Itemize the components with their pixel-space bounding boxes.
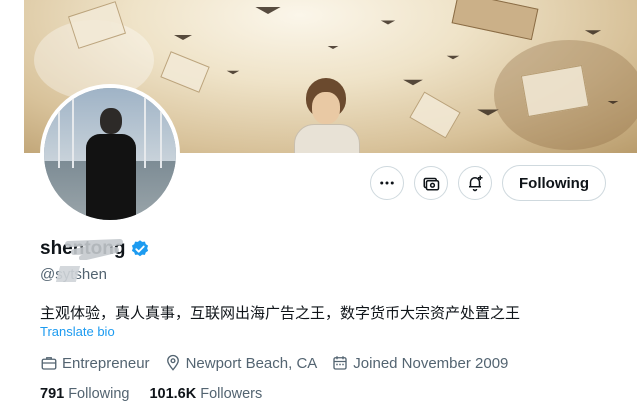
profile-meta: Entrepreneur Newport Beach, CA Joined No… (40, 354, 522, 372)
redaction-scribble (65, 239, 123, 260)
flying-page (409, 91, 461, 139)
avatar-mast (144, 98, 146, 168)
bird (174, 35, 192, 40)
more-button[interactable] (370, 166, 404, 200)
person-torso (294, 124, 360, 153)
redaction-blur (55, 266, 81, 282)
profile-stats: 791 Following 101.6K Followers (40, 386, 282, 402)
verified-badge-icon[interactable] (130, 239, 150, 259)
followers-count: 101.6K (149, 386, 197, 402)
notify-button[interactable] (458, 166, 492, 200)
following-count: 791 (40, 386, 65, 402)
profile-category: Entrepreneur (40, 354, 150, 372)
calendar-icon (333, 356, 347, 370)
bird (446, 55, 460, 60)
briefcase-icon (41, 357, 57, 370)
joined-label: Joined November 2009 (353, 354, 509, 372)
following-button-label: Following (519, 174, 589, 192)
translate-bio-link[interactable]: Translate bio (40, 324, 115, 339)
bird (584, 30, 602, 35)
bird (607, 101, 619, 104)
left-gutter (0, 0, 24, 415)
bell-plus-icon (469, 175, 483, 192)
followers-stat-label: Followers (200, 386, 263, 402)
following-stat-link[interactable]: 791 Following (40, 386, 129, 402)
category-label: Entrepreneur (62, 354, 150, 372)
avatar-mast (58, 98, 60, 168)
bird (380, 20, 396, 25)
avatar-person-body (86, 134, 136, 220)
profile-location: Newport Beach, CA (164, 354, 318, 372)
person-face (312, 92, 340, 124)
avatar-mast (160, 98, 162, 168)
bird (403, 79, 423, 86)
following-button[interactable]: Following (502, 165, 606, 201)
avatar[interactable] (40, 84, 180, 224)
subscribe-button[interactable] (414, 166, 448, 200)
bird (226, 70, 240, 75)
bird (327, 46, 339, 49)
profile-bio: 主观体验，真人真事，互联网出海广告之王，数字货币大宗资产处置之王 (40, 305, 521, 322)
bird (255, 7, 281, 14)
following-stat-label: Following (68, 386, 130, 402)
avatar-mast (72, 98, 74, 168)
bird (477, 109, 499, 116)
followers-stat-link[interactable]: 101.6K Followers (149, 386, 262, 402)
flying-book (451, 0, 539, 41)
more-icon (380, 181, 394, 185)
avatar-person-head (100, 108, 122, 134)
avatar-person (82, 108, 138, 220)
location-pin-icon (166, 354, 179, 371)
location-label: Newport Beach, CA (185, 354, 318, 372)
profile-joined: Joined November 2009 (331, 354, 508, 372)
flying-page (160, 51, 210, 93)
subscribe-icon (423, 177, 440, 191)
banner-person (286, 78, 366, 153)
